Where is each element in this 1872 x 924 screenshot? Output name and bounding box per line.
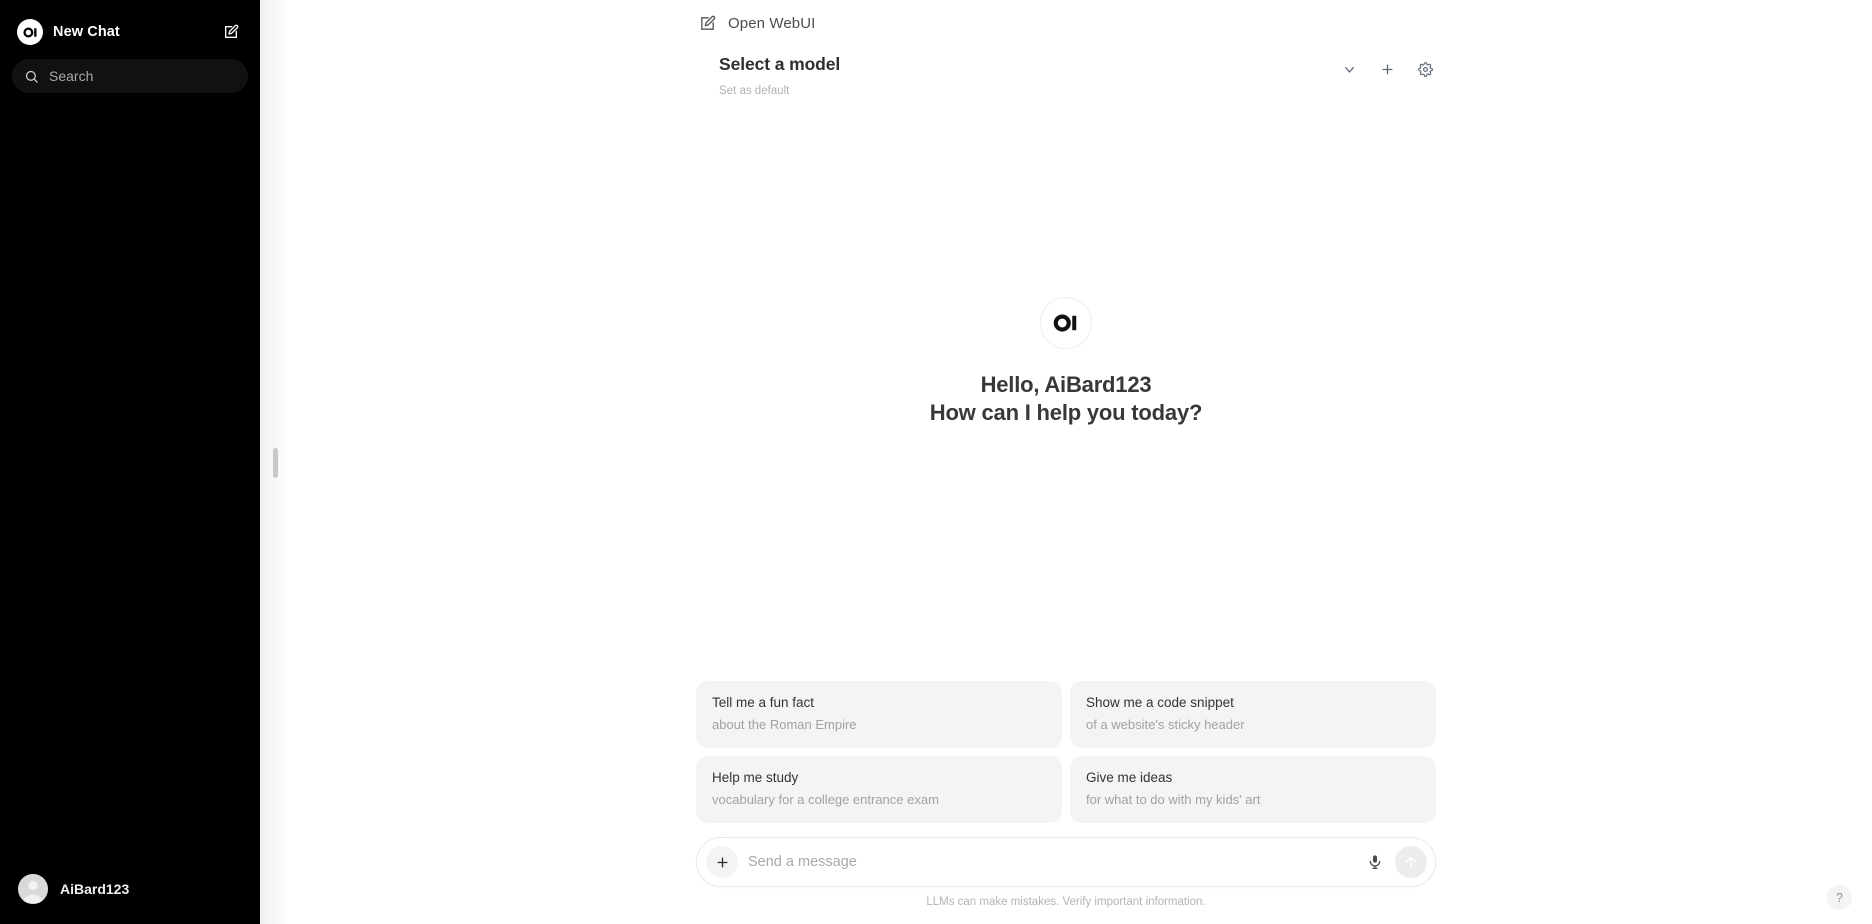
user-avatar-icon [18, 874, 48, 904]
suggestion-card[interactable]: Show me a code snippet of a website's st… [1070, 681, 1436, 748]
search-box[interactable] [12, 59, 248, 93]
search-input[interactable] [49, 68, 236, 84]
microphone-icon[interactable] [1361, 848, 1389, 876]
composer-area: LLMs can make mistakes. Verify important… [696, 837, 1436, 924]
suggestion-subtitle: for what to do with my kids' art [1086, 792, 1261, 807]
sidebar: New Chat Search AiBard123 [0, 0, 260, 924]
open-webui-logo-icon [1040, 296, 1092, 349]
suggestion-card[interactable]: Tell me a fun fact about the Roman Empir… [696, 681, 1062, 748]
help-prompt-text: How can I help you today? [929, 400, 1203, 425]
suggestion-cards: Tell me a fun fact about the Roman Empir… [696, 681, 1436, 837]
top-bar: Open WebUI [696, 0, 1436, 46]
disclaimer-text: LLMs can make mistakes. Verify important… [926, 896, 1206, 908]
suggestion-title: Tell me a fun fact [712, 695, 815, 710]
suggestion-title: Give me ideas [1086, 770, 1173, 785]
user-menu-button[interactable]: AiBard123 [12, 868, 248, 910]
pencil-square-icon[interactable] [699, 15, 716, 32]
welcome-hero: Hello, AiBard123 How can I help you toda… [696, 43, 1436, 681]
suggestion-subtitle: about the Roman Empire [712, 717, 857, 732]
greeting-text: Hello, AiBard123 [980, 371, 1152, 397]
suggestion-card[interactable]: Give me ideas for what to do with my kid… [1070, 756, 1436, 823]
arrow-up-icon[interactable] [1395, 846, 1427, 878]
search-icon [24, 69, 39, 84]
pencil-square-icon[interactable] [219, 20, 243, 44]
user-name: AiBard123 [60, 881, 130, 897]
main-area: Open WebUI Select a model Set as default [260, 0, 1872, 924]
app-root: New Chat Search AiBard123 Open WebUI Sel… [0, 0, 1872, 924]
sidebar-resize-handle[interactable] [273, 448, 278, 478]
suggestion-title: Help me study [712, 770, 799, 785]
message-input[interactable] [744, 854, 1355, 870]
new-chat-row[interactable]: New Chat [12, 10, 248, 54]
sidebar-chat-list [0, 93, 260, 868]
suggestion-subtitle: of a website's sticky header [1086, 717, 1245, 732]
suggestion-title: Show me a code snippet [1086, 695, 1234, 710]
sidebar-header: New Chat [0, 0, 260, 54]
suggestion-subtitle: vocabulary for a college entrance exam [712, 792, 939, 807]
page-title: Open WebUI [728, 14, 816, 32]
content-column: Open WebUI Select a model Set as default [696, 0, 1436, 924]
plus-icon[interactable] [706, 846, 738, 878]
sidebar-footer: AiBard123 [0, 868, 260, 924]
message-composer[interactable] [696, 837, 1436, 887]
open-webui-logo-icon [17, 19, 43, 45]
help-button[interactable]: ? [1827, 885, 1852, 910]
suggestion-card[interactable]: Help me study vocabulary for a college e… [696, 756, 1062, 823]
new-chat-label: New Chat [53, 24, 120, 40]
